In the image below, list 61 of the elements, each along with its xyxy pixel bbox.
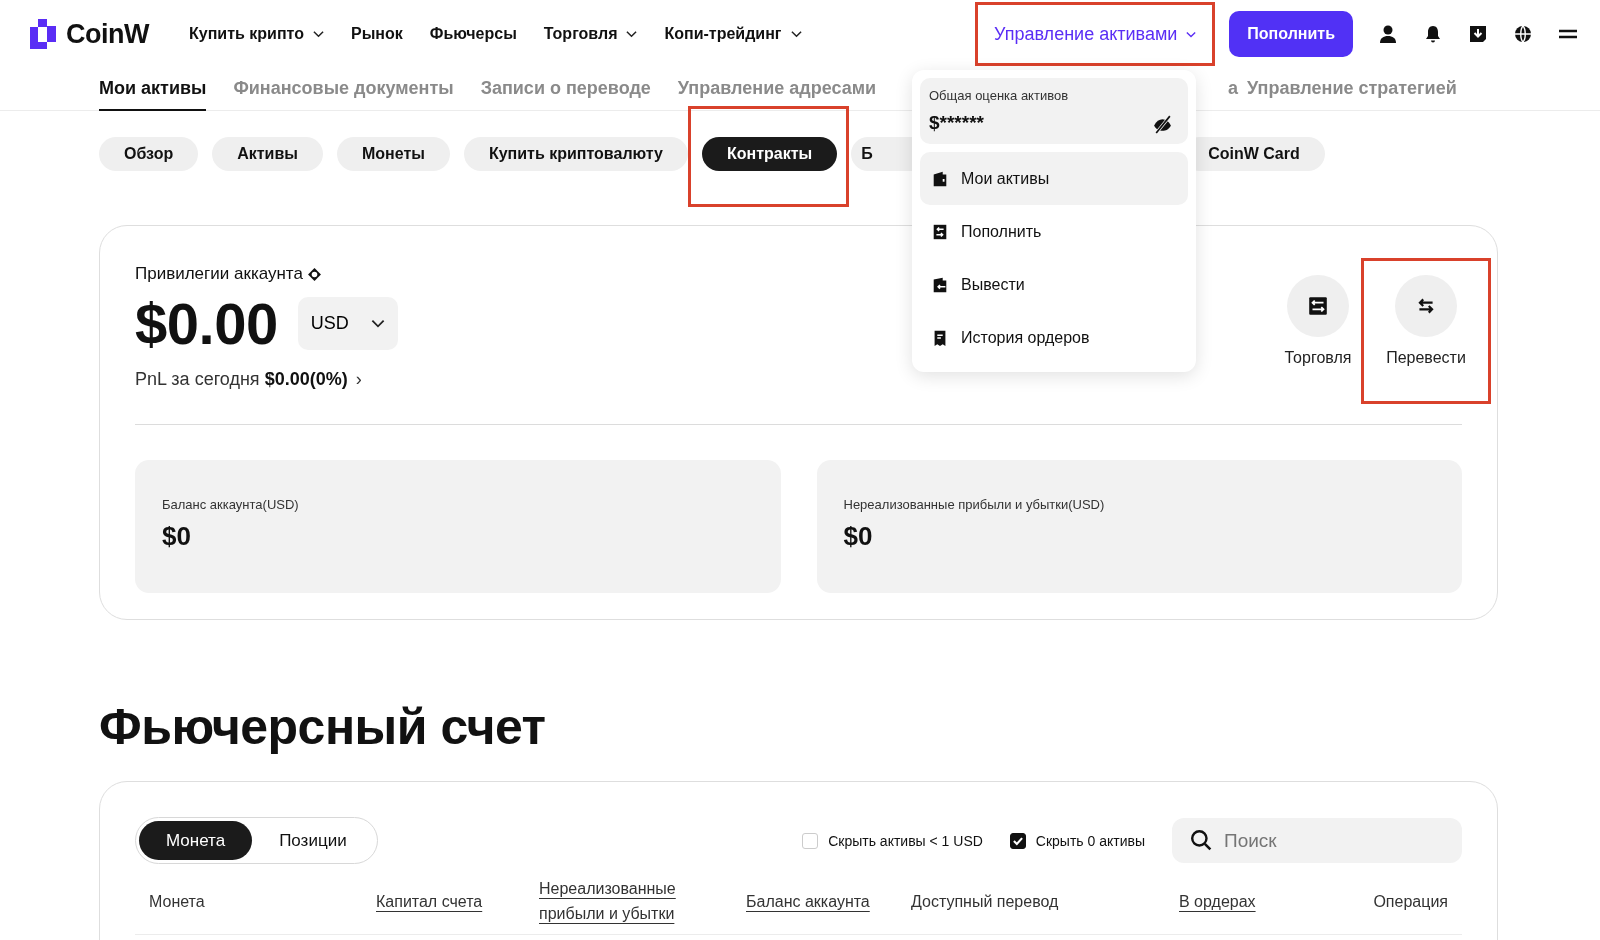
nav-link[interactable]: Купить крипто xyxy=(189,25,324,43)
menu-item[interactable]: Пополнить xyxy=(920,205,1188,258)
deposit-button[interactable]: Пополнить xyxy=(1229,11,1353,57)
nav-link[interactable]: Рынок xyxy=(350,25,403,43)
stat-label: Баланс аккаунта(USD) xyxy=(162,497,300,512)
wallet-icon xyxy=(931,169,949,188)
logo-text[interactable]: CoinW xyxy=(66,18,149,50)
category-pill[interactable]: Контракты xyxy=(701,137,838,171)
exchange-icon xyxy=(1307,295,1329,317)
chevron-icon xyxy=(312,30,324,38)
hidden-eye-icon[interactable] xyxy=(1152,112,1173,134)
total-value: $****** xyxy=(929,112,984,134)
tab[interactable]: Мои активы xyxy=(99,67,207,111)
chevron-icon xyxy=(1186,30,1197,38)
column-header: Нереализованные прибыли и убытки xyxy=(539,879,677,924)
highlighted-action-button[interactable]: Перевести xyxy=(1361,258,1491,404)
checkbox-label: Скрыть активы < 1 USD xyxy=(828,832,983,849)
withdraw-icon xyxy=(931,275,949,294)
segment-tab[interactable]: Позиции xyxy=(252,821,374,860)
stat-value: $0 xyxy=(162,521,192,552)
chevron-icon xyxy=(790,30,802,38)
search-field[interactable]: Поиск xyxy=(1172,818,1462,863)
chevron-icon xyxy=(626,30,638,38)
column-header: В ордерах xyxy=(1179,891,1256,912)
search-icon xyxy=(1190,829,1212,851)
category-pill[interactable]: Купить криптовалюту xyxy=(463,137,688,171)
column-header: Операция xyxy=(1373,891,1448,912)
chevron-icon xyxy=(370,319,385,328)
pnl-arrow[interactable]: › xyxy=(355,369,362,390)
stat-value: $0 xyxy=(843,521,874,552)
pnl-text: PnL за сегодня $0.00(0%) xyxy=(135,369,348,390)
bell-icon[interactable] xyxy=(1423,24,1443,44)
column-header: Капитал счета xyxy=(376,891,483,912)
nav-link[interactable]: Торговля xyxy=(543,25,638,43)
user-icon[interactable] xyxy=(1378,24,1398,44)
menu-item[interactable]: Вывести xyxy=(920,258,1188,311)
nav-link[interactable]: Копи-трейдинг xyxy=(664,25,802,43)
section-title: Фьючерсный счет xyxy=(99,698,547,757)
category-pill[interactable]: Монеты xyxy=(336,137,450,171)
checkbox-label: Скрыть 0 активы xyxy=(1035,832,1145,849)
category-pill[interactable]: Обзор xyxy=(99,137,199,171)
column-header: Монета xyxy=(149,891,205,912)
privileges-label: Привилегии аккаунта xyxy=(135,264,303,284)
download-icon[interactable] xyxy=(1468,24,1488,44)
checkbox[interactable] xyxy=(1009,832,1026,849)
logo-icon xyxy=(30,19,56,49)
menu-item[interactable]: Мои активы xyxy=(920,152,1188,205)
stat-label: Нереализованные прибыли и убытки(USD) xyxy=(843,497,1106,512)
nav-link[interactable]: Фьючерсы xyxy=(429,25,517,43)
globe-icon[interactable] xyxy=(1513,24,1533,44)
total-label: Общая оценка активов xyxy=(929,88,1070,103)
currency-select[interactable]: USD xyxy=(297,297,398,350)
column-header: Доступный перевод xyxy=(911,891,1059,912)
segment-tab[interactable]: Монета xyxy=(139,821,253,860)
assets-menu-button[interactable]: Управление активами xyxy=(975,2,1216,66)
deposit-icon xyxy=(931,222,949,241)
balance-amount: $0.00 xyxy=(135,290,278,357)
category-pill[interactable]: Активы xyxy=(212,137,323,171)
ring-icon[interactable] xyxy=(306,266,322,282)
menu-item[interactable]: История ордеров xyxy=(920,311,1188,364)
column-header: Баланс аккаунта xyxy=(746,891,870,912)
